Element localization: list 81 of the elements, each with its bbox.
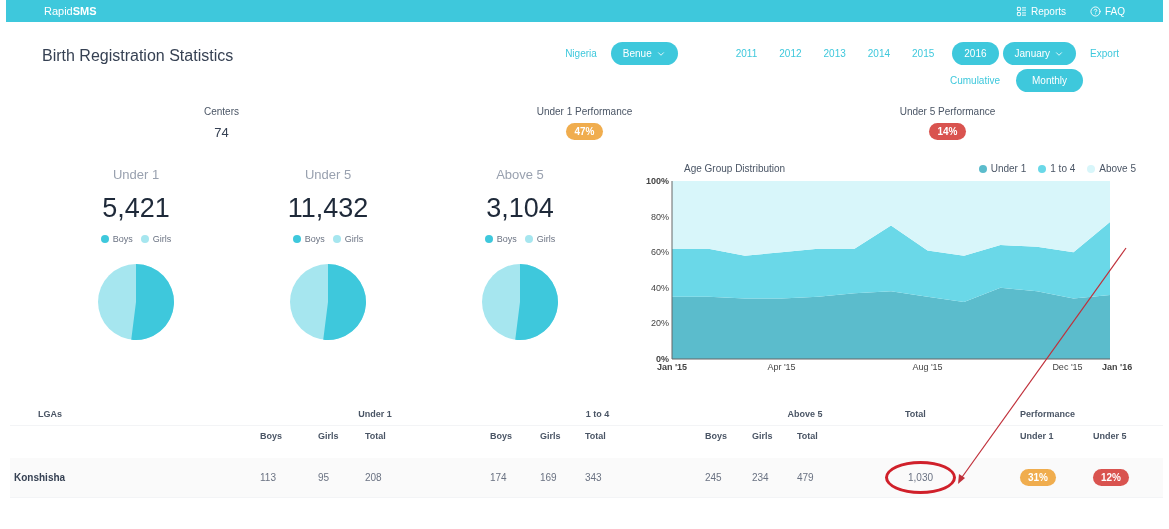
column-group-header: Performance (1020, 408, 1077, 422)
column-header: Total (365, 429, 386, 443)
year-tab[interactable]: 2014 (863, 42, 894, 65)
x-tick-label: Aug '15 (912, 361, 943, 372)
summary-label: Under 5 Performance (899, 105, 996, 119)
column-header: Under 5 (1093, 429, 1128, 443)
table-cell-text: 208 (365, 470, 382, 485)
group-total: 11,432 (287, 192, 369, 225)
y-tick-label: 0% (656, 353, 669, 364)
x-tick-label: Apr '15 (767, 361, 796, 372)
y-tick-label: 40% (651, 282, 669, 293)
table-cell-text: 479 (797, 470, 814, 485)
legend-label: Above 5 (1099, 162, 1136, 176)
mode-tab[interactable]: Monthly (1016, 69, 1083, 92)
column-group-header: Under 1 (357, 408, 393, 422)
column-header: Total (797, 429, 818, 443)
list-icon (1015, 5, 1027, 17)
mode-tab[interactable]: Cumulative (941, 69, 1008, 92)
legend-label: Girls (152, 232, 172, 246)
lga-name: Konshisha (13, 470, 67, 485)
nav-link[interactable]: Reports (1015, 3, 1066, 19)
column-header: Total (585, 429, 606, 443)
legend-label: Boys (496, 232, 517, 246)
table-cell-text: 343 (585, 470, 602, 485)
brand-logo[interactable]: RapidSMS (44, 2, 97, 20)
legend-label: 1 to 4 (1050, 162, 1076, 176)
group-title: Under 1 (112, 165, 160, 184)
column-header: Total (905, 408, 927, 422)
total-cell: 1,030 (885, 460, 957, 494)
country-link[interactable]: Nigeria (565, 46, 597, 61)
chart-title: Age Group Distribution (684, 162, 786, 176)
column-header: Girls (318, 429, 339, 443)
percent-badge: 47% (566, 123, 603, 140)
y-tick-label: 100% (645, 175, 669, 186)
table-cell-text: 169 (540, 470, 557, 485)
column-header: Boys (260, 429, 282, 443)
table-cell-text: 113 (260, 470, 276, 485)
group-title: Under 5 (304, 165, 352, 184)
legend-label: Girls (344, 232, 364, 246)
year-tab[interactable]: 2016 (952, 42, 999, 65)
month-dropdown[interactable]: January (1002, 42, 1077, 65)
column-header: Boys (490, 429, 512, 443)
column-group-header: Above 5 (786, 408, 824, 422)
column-group-header: 1 to 4 (584, 408, 611, 422)
table-cell-text: 234 (752, 470, 769, 485)
year-tab[interactable]: 2012 (775, 42, 806, 65)
help-icon (1090, 5, 1101, 17)
nav-link[interactable]: FAQ (1090, 3, 1125, 19)
legend-label: Boys (304, 232, 325, 246)
column-header: Under 1 (1020, 429, 1055, 443)
year-tab[interactable]: 2015 (908, 42, 939, 65)
group-total: 5,421 (102, 192, 170, 225)
table-cell-text: 174 (490, 470, 507, 485)
column-header: Boys (705, 429, 727, 443)
table-cell-text: 95 (318, 470, 330, 485)
group-total: 3,104 (486, 192, 554, 225)
percent-badge: 14% (929, 123, 966, 140)
x-tick-label: Jan '15 (656, 361, 688, 372)
percent-badge: 12% (1093, 468, 1129, 486)
y-tick-label: 60% (651, 246, 669, 257)
export-link[interactable]: Export (1090, 46, 1119, 61)
year-tab[interactable]: 2011 (731, 42, 762, 65)
legend-label: Under 1 (990, 162, 1027, 176)
summary-value: 74 (214, 124, 229, 142)
y-tick-label: 80% (651, 211, 669, 222)
column-header: Girls (752, 429, 773, 443)
page-title: Birth Registration Statistics (42, 46, 234, 66)
x-tick-label: Jan '16 (1102, 361, 1133, 372)
legend-label: Boys (112, 232, 133, 246)
table-cell-text: 245 (705, 470, 722, 485)
summary-label: Centers (204, 105, 239, 119)
legend-label: Girls (536, 232, 556, 246)
x-tick-label: Dec '15 (1052, 361, 1083, 372)
state-dropdown[interactable]: Benue (610, 42, 678, 65)
column-header: Girls (540, 429, 561, 443)
y-tick-label: 20% (651, 317, 669, 328)
group-title: Above 5 (496, 165, 544, 184)
percent-badge: 31% (1020, 468, 1056, 486)
column-header: LGAs (37, 408, 63, 422)
year-tab[interactable]: 2013 (819, 42, 850, 65)
summary-label: Under 1 Performance (536, 105, 633, 119)
